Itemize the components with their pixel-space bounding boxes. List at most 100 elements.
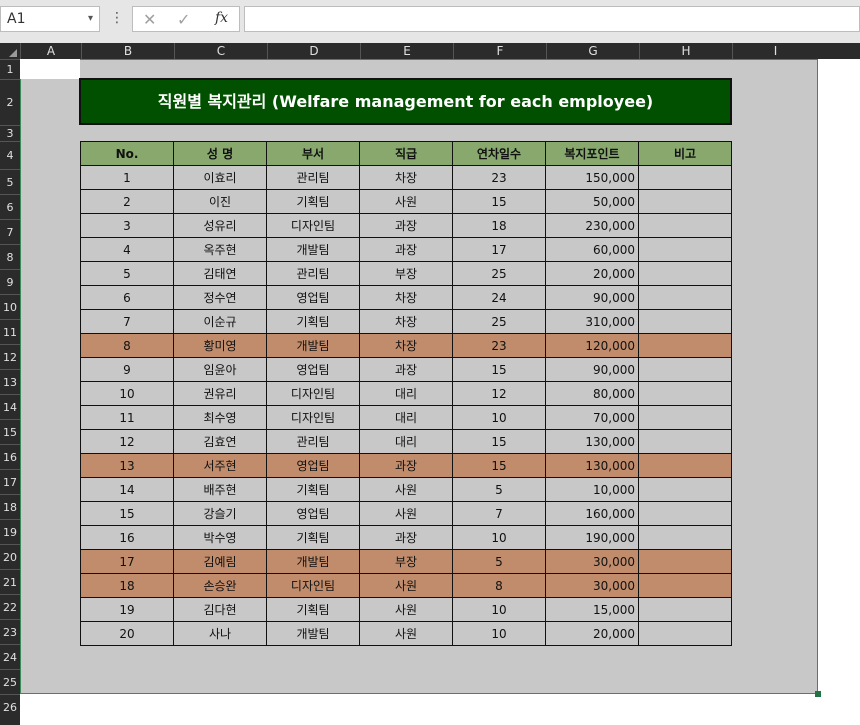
- row-header-22[interactable]: 22: [0, 594, 20, 619]
- cell-name[interactable]: 최수영: [173, 405, 267, 430]
- cell-no[interactable]: 13: [80, 453, 174, 478]
- cell-note[interactable]: [638, 285, 732, 310]
- cell-dept[interactable]: 기획팀: [266, 477, 360, 502]
- cell-days[interactable]: 18: [452, 213, 546, 238]
- cell-dept[interactable]: 관리팀: [266, 165, 360, 190]
- cell-days[interactable]: 10: [452, 621, 546, 646]
- row-header-17[interactable]: 17: [0, 469, 20, 494]
- cell-no[interactable]: 14: [80, 477, 174, 502]
- cell-name[interactable]: 김예림: [173, 549, 267, 574]
- cell-dept[interactable]: 기획팀: [266, 189, 360, 214]
- row-header-2[interactable]: 2: [0, 79, 20, 125]
- row-header-15[interactable]: 15: [0, 419, 20, 444]
- cell-note[interactable]: [638, 621, 732, 646]
- column-header-g[interactable]: G: [546, 43, 639, 59]
- column-header-a[interactable]: A: [20, 43, 81, 59]
- row-header-1[interactable]: 1: [0, 59, 20, 79]
- cancel-icon[interactable]: ✕: [143, 10, 156, 29]
- cell-points[interactable]: 20,000: [545, 261, 639, 286]
- cell-rank[interactable]: 과장: [359, 237, 453, 262]
- cell-points[interactable]: 60,000: [545, 237, 639, 262]
- cell-days[interactable]: 12: [452, 381, 546, 406]
- cell-days[interactable]: 15: [452, 453, 546, 478]
- cell-dept[interactable]: 디자인팀: [266, 573, 360, 598]
- row-header-21[interactable]: 21: [0, 569, 20, 594]
- cell-points[interactable]: 70,000: [545, 405, 639, 430]
- cell-note[interactable]: [638, 525, 732, 550]
- cell-dept[interactable]: 개발팀: [266, 333, 360, 358]
- cell-rank[interactable]: 사원: [359, 597, 453, 622]
- cell-rank[interactable]: 대리: [359, 429, 453, 454]
- cell-points[interactable]: 10,000: [545, 477, 639, 502]
- cell-rank[interactable]: 사원: [359, 621, 453, 646]
- cell-note[interactable]: [638, 189, 732, 214]
- cell-points[interactable]: 130,000: [545, 429, 639, 454]
- row-header-24[interactable]: 24: [0, 644, 20, 669]
- cell-name[interactable]: 권유리: [173, 381, 267, 406]
- row-header-19[interactable]: 19: [0, 519, 20, 544]
- cell-note[interactable]: [638, 333, 732, 358]
- cell-name[interactable]: 이효리: [173, 165, 267, 190]
- cell-name[interactable]: 황미영: [173, 333, 267, 358]
- cell-rank[interactable]: 차장: [359, 285, 453, 310]
- cell-no[interactable]: 2: [80, 189, 174, 214]
- cell-points[interactable]: 20,000: [545, 621, 639, 646]
- cell-note[interactable]: [638, 573, 732, 598]
- cell-name[interactable]: 서주현: [173, 453, 267, 478]
- row-header-3[interactable]: 3: [0, 125, 20, 141]
- cell-no[interactable]: 11: [80, 405, 174, 430]
- cell-rank[interactable]: 과장: [359, 453, 453, 478]
- vertical-dots-icon[interactable]: ⋮: [110, 10, 124, 26]
- cell-name[interactable]: 정수연: [173, 285, 267, 310]
- cell-days[interactable]: 25: [452, 309, 546, 334]
- cell-days[interactable]: 8: [452, 573, 546, 598]
- cell-no[interactable]: 18: [80, 573, 174, 598]
- cell-note[interactable]: [638, 213, 732, 238]
- cell-no[interactable]: 7: [80, 309, 174, 334]
- cell-note[interactable]: [638, 405, 732, 430]
- chevron-down-icon[interactable]: ▾: [88, 13, 93, 24]
- cell-dept[interactable]: 영업팀: [266, 453, 360, 478]
- fill-handle[interactable]: [815, 691, 821, 697]
- cell-rank[interactable]: 대리: [359, 405, 453, 430]
- cell-days[interactable]: 15: [452, 357, 546, 382]
- cell-dept[interactable]: 개발팀: [266, 549, 360, 574]
- cell-rank[interactable]: 대리: [359, 381, 453, 406]
- cell-name[interactable]: 사나: [173, 621, 267, 646]
- cell-note[interactable]: [638, 429, 732, 454]
- cell-dept[interactable]: 영업팀: [266, 357, 360, 382]
- cell-days[interactable]: 10: [452, 405, 546, 430]
- formula-input[interactable]: [244, 6, 860, 32]
- cell-no[interactable]: 16: [80, 525, 174, 550]
- cell-points[interactable]: 160,000: [545, 501, 639, 526]
- column-header-f[interactable]: F: [453, 43, 546, 59]
- header-no[interactable]: No.: [80, 141, 174, 166]
- cell-rank[interactable]: 과장: [359, 213, 453, 238]
- cell-dept[interactable]: 디자인팀: [266, 405, 360, 430]
- row-header-18[interactable]: 18: [0, 494, 20, 519]
- cell-rank[interactable]: 부장: [359, 261, 453, 286]
- cell-days[interactable]: 17: [452, 237, 546, 262]
- cell-note[interactable]: [638, 549, 732, 574]
- row-header-12[interactable]: 12: [0, 344, 20, 369]
- cell-days[interactable]: 10: [452, 597, 546, 622]
- cell-rank[interactable]: 사원: [359, 573, 453, 598]
- cell-rank[interactable]: 사원: [359, 477, 453, 502]
- cell-rank[interactable]: 사원: [359, 501, 453, 526]
- cell-no[interactable]: 1: [80, 165, 174, 190]
- cell-rank[interactable]: 사원: [359, 189, 453, 214]
- header-name[interactable]: 성 명: [173, 141, 267, 166]
- cell-no[interactable]: 5: [80, 261, 174, 286]
- cell-days[interactable]: 5: [452, 549, 546, 574]
- cell-dept[interactable]: 영업팀: [266, 501, 360, 526]
- cell-no[interactable]: 17: [80, 549, 174, 574]
- column-header-d[interactable]: D: [267, 43, 360, 59]
- column-header-c[interactable]: C: [174, 43, 267, 59]
- header-points[interactable]: 복지포인트: [545, 141, 639, 166]
- cell-name[interactable]: 이순규: [173, 309, 267, 334]
- select-all-corner[interactable]: [0, 43, 20, 59]
- cell-name[interactable]: 김다현: [173, 597, 267, 622]
- header-dept[interactable]: 부서: [266, 141, 360, 166]
- cell-name[interactable]: 성유리: [173, 213, 267, 238]
- cell-name[interactable]: 김태연: [173, 261, 267, 286]
